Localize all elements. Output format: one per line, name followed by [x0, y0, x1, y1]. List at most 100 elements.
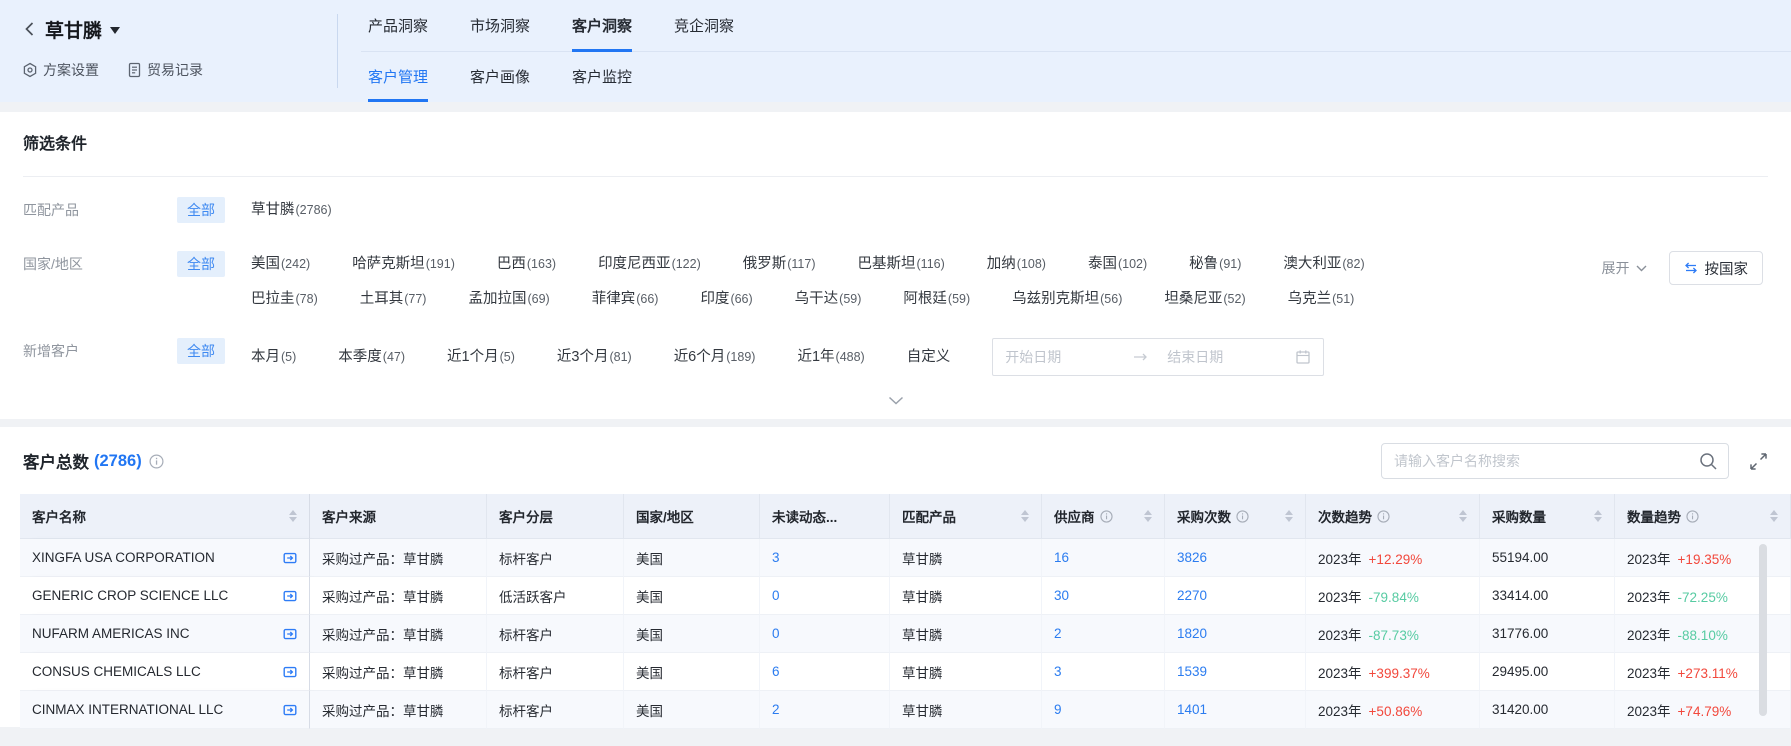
new-customer-options: 本月(5) 本季度(47) 近1个月(5) 近3个月(81) 近6个月(189)… — [251, 344, 865, 370]
end-date-input[interactable]: 结束日期 — [1149, 344, 1295, 370]
column-header-suppliers: 供应商 — [1042, 494, 1165, 539]
country-option[interactable]: 菲律宾(66) — [592, 286, 659, 312]
crm-transfer-icon[interactable] — [275, 551, 297, 565]
supplier-count-link[interactable]: 9 — [1054, 702, 1062, 717]
supplier-count-link[interactable]: 30 — [1054, 588, 1069, 603]
start-date-input[interactable]: 开始日期 — [1005, 344, 1133, 370]
new-customer-option[interactable]: 近3个月(81) — [557, 344, 632, 370]
table-row[interactable]: CONSUS CHEMICALS LLC 采购过产品：草甘膦 标杆客户 美国 6… — [20, 653, 1791, 691]
sub-tab[interactable]: 客户管理 — [368, 52, 428, 102]
scrollbar-thumb[interactable] — [1759, 544, 1767, 716]
country-option[interactable]: 巴西(163) — [497, 251, 556, 277]
product-title[interactable]: 草甘膦 — [45, 16, 102, 43]
new-customer-option[interactable]: 近1个月(5) — [447, 344, 515, 370]
purchase-times-link[interactable]: 1820 — [1177, 626, 1207, 641]
supplier-count-link[interactable]: 16 — [1054, 550, 1069, 565]
table-row[interactable]: NUFARM AMERICAS INC 采购过产品：草甘膦 标杆客户 美国 0 … — [20, 615, 1791, 653]
main-tab[interactable]: 产品洞察 — [368, 0, 428, 52]
times-trend-cell: 2023年+12.29% — [1306, 539, 1480, 577]
new-customer-option[interactable]: 近1年(488) — [797, 344, 864, 370]
country-option[interactable]: 加纳(108) — [987, 251, 1046, 277]
product-dropdown-caret[interactable] — [110, 27, 120, 34]
crm-transfer-icon[interactable] — [275, 703, 297, 717]
country-all-chip[interactable]: 全部 — [177, 251, 225, 277]
unread-link[interactable]: 0 — [772, 588, 780, 603]
purchase-times-link[interactable]: 1401 — [1177, 702, 1207, 717]
date-range-input[interactable]: 开始日期 结束日期 — [992, 338, 1324, 376]
custom-date-option[interactable]: 自定义 — [907, 344, 951, 370]
date-arrow-icon — [1133, 352, 1149, 362]
sub-tab[interactable]: 客户监控 — [572, 52, 632, 102]
unread-link[interactable]: 6 — [772, 664, 780, 679]
country-option[interactable]: 印度尼西亚(122) — [598, 251, 701, 277]
times-trend-cell: 2023年+399.37% — [1306, 653, 1480, 691]
country-option[interactable]: 巴拉圭(78) — [251, 286, 318, 312]
sort-icon[interactable] — [1144, 510, 1152, 522]
country-option[interactable]: 泰国(102) — [1088, 251, 1147, 277]
purchase-times-link[interactable]: 1539 — [1177, 664, 1207, 679]
sort-icon[interactable] — [1459, 510, 1467, 522]
customer-search-input[interactable] — [1394, 453, 1690, 469]
country-option[interactable]: 土耳其(77) — [360, 286, 427, 312]
purchase-quantity-cell: 33414.00 — [1480, 577, 1615, 615]
country-options-line1: 美国(242) 哈萨克斯坦(191) 巴西(163) 印度尼西亚(122) 俄罗… — [251, 251, 1584, 277]
table-row[interactable]: GENERIC CROP SCIENCE LLC 采购过产品：草甘膦 低活跃客户… — [20, 577, 1791, 615]
fullscreen-icon[interactable] — [1749, 452, 1768, 471]
sort-icon[interactable] — [1594, 510, 1602, 522]
unread-link[interactable]: 0 — [772, 626, 780, 641]
info-icon[interactable] — [149, 454, 164, 469]
back-icon[interactable] — [22, 20, 37, 38]
country-option[interactable]: 澳大利亚(82) — [1283, 251, 1364, 277]
match-product-option[interactable]: 草甘膦(2786) — [251, 197, 332, 223]
country-option[interactable]: 哈萨克斯坦(191) — [352, 251, 455, 277]
sort-icon[interactable] — [1770, 510, 1778, 522]
sort-icon[interactable] — [1021, 510, 1029, 522]
unread-link[interactable]: 2 — [772, 702, 780, 717]
new-customer-option[interactable]: 本月(5) — [251, 344, 296, 370]
sub-tab[interactable]: 客户画像 — [470, 52, 530, 102]
trade-records-button[interactable]: 贸易记录 — [127, 60, 203, 80]
country-option[interactable]: 秘鲁(91) — [1189, 251, 1241, 277]
by-country-button[interactable]: 按国家 — [1669, 251, 1764, 285]
supplier-count-link[interactable]: 3 — [1054, 664, 1062, 679]
country-options-line2: 巴拉圭(78) 土耳其(77) 孟加拉国(69) 菲律宾(66) 印度(66) … — [251, 286, 1584, 312]
info-icon[interactable] — [1686, 510, 1699, 523]
purchase-times-link[interactable]: 3826 — [1177, 550, 1207, 565]
country-option[interactable]: 巴基斯坦(116) — [858, 251, 945, 277]
country-option[interactable]: 乌克兰(51) — [1288, 286, 1355, 312]
sort-icon[interactable] — [289, 510, 297, 522]
new-customer-option[interactable]: 本季度(47) — [338, 344, 405, 370]
unread-link[interactable]: 3 — [772, 550, 780, 565]
info-icon[interactable] — [1100, 510, 1113, 523]
crm-transfer-icon[interactable] — [275, 627, 297, 641]
purchase-times-link[interactable]: 2270 — [1177, 588, 1207, 603]
table-row[interactable]: CINMAX INTERNATIONAL LLC 采购过产品：草甘膦 标杆客户 … — [20, 691, 1791, 729]
country-option[interactable]: 孟加拉国(69) — [468, 286, 549, 312]
country-option[interactable]: 俄罗斯(117) — [743, 251, 816, 277]
search-icon[interactable] — [1699, 452, 1718, 471]
scheme-settings-button[interactable]: 方案设置 — [22, 60, 99, 80]
collapse-chevron-icon[interactable] — [888, 396, 904, 405]
supplier-count-link[interactable]: 2 — [1054, 626, 1062, 641]
country-option[interactable]: 乌兹别克斯坦(56) — [1012, 286, 1122, 312]
crm-transfer-icon[interactable] — [275, 665, 297, 679]
info-icon[interactable] — [1236, 510, 1249, 523]
country-option[interactable]: 印度(66) — [700, 286, 752, 312]
table-row[interactable]: XINGFA USA CORPORATION 采购过产品：草甘膦 标杆客户 美国… — [20, 539, 1791, 577]
main-tab[interactable]: 竞企洞察 — [674, 0, 734, 52]
main-tab[interactable]: 客户洞察 — [572, 0, 632, 52]
sort-icon[interactable] — [1285, 510, 1293, 522]
country-option[interactable]: 乌干达(59) — [795, 286, 862, 312]
new-customer-all-chip[interactable]: 全部 — [177, 338, 225, 364]
expand-toggle[interactable]: 展开 — [1602, 258, 1647, 278]
country-option[interactable]: 坦桑尼亚(52) — [1164, 286, 1245, 312]
country-option[interactable]: 美国(242) — [251, 251, 310, 277]
header-left: 草甘膦 方案设置 贸易记录 — [0, 0, 337, 102]
main-tab[interactable]: 市场洞察 — [470, 0, 530, 52]
crm-transfer-icon[interactable] — [275, 589, 297, 603]
country-option[interactable]: 阿根廷(59) — [903, 286, 970, 312]
match-all-chip[interactable]: 全部 — [177, 197, 225, 223]
trend-value: +273.11% — [1678, 666, 1738, 681]
new-customer-option[interactable]: 近6个月(189) — [674, 344, 756, 370]
info-icon[interactable] — [1377, 510, 1390, 523]
